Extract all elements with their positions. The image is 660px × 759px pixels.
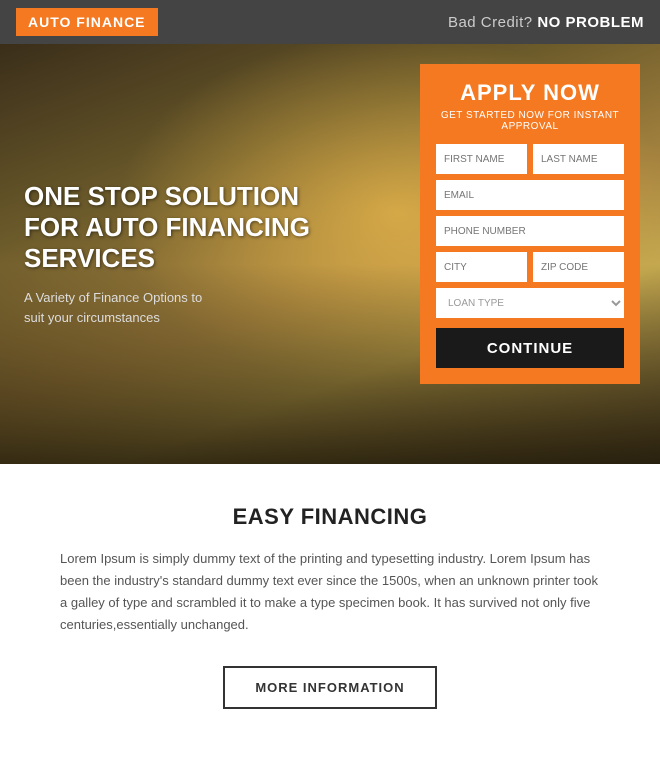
city-zip-row [436, 252, 624, 282]
phone-input[interactable] [436, 216, 624, 246]
city-input[interactable] [436, 252, 527, 282]
email-input[interactable] [436, 180, 624, 210]
apply-form-panel: APPLY NOW GET STARTED NOW FOR INSTANT AP… [420, 64, 640, 384]
hero-section: ONE STOP SOLUTION FOR AUTO FINANCING SER… [0, 44, 660, 464]
more-info-button[interactable]: MORE INFORMATION [223, 666, 436, 709]
first-name-input[interactable] [436, 144, 527, 174]
lower-section: EASY FINANCING Lorem Ipsum is simply dum… [0, 464, 660, 759]
header-tagline: Bad Credit? NO PROBLEM [448, 14, 644, 31]
easy-financing-title: EASY FINANCING [60, 504, 600, 530]
last-name-input[interactable] [533, 144, 624, 174]
name-row [436, 144, 624, 174]
hero-subtitle-line1: A Variety of Finance Options to [24, 290, 202, 305]
continue-button[interactable]: CONTINUE [436, 328, 624, 368]
form-subtitle: GET STARTED NOW FOR INSTANT APPROVAL [436, 110, 624, 132]
email-row [436, 180, 624, 210]
loan-type-select[interactable]: LOAN TYPE Auto Loan Refinance Lease [436, 288, 624, 318]
hero-text-block: ONE STOP SOLUTION FOR AUTO FINANCING SER… [0, 44, 363, 464]
phone-row [436, 216, 624, 246]
tagline-bold: NO PROBLEM [537, 14, 644, 31]
hero-subtitle-line2: suit your circumstances [24, 310, 160, 325]
zip-input[interactable] [533, 252, 624, 282]
page-header: AUTO FINANCE Bad Credit? NO PROBLEM [0, 0, 660, 44]
hero-title: ONE STOP SOLUTION FOR AUTO FINANCING SER… [24, 181, 339, 275]
site-logo: AUTO FINANCE [16, 8, 158, 36]
form-title: APPLY NOW [436, 80, 624, 106]
hero-subtitle: A Variety of Finance Options to suit you… [24, 288, 339, 327]
tagline-normal: Bad Credit? [448, 14, 537, 31]
body-text: Lorem Ipsum is simply dummy text of the … [60, 548, 600, 636]
